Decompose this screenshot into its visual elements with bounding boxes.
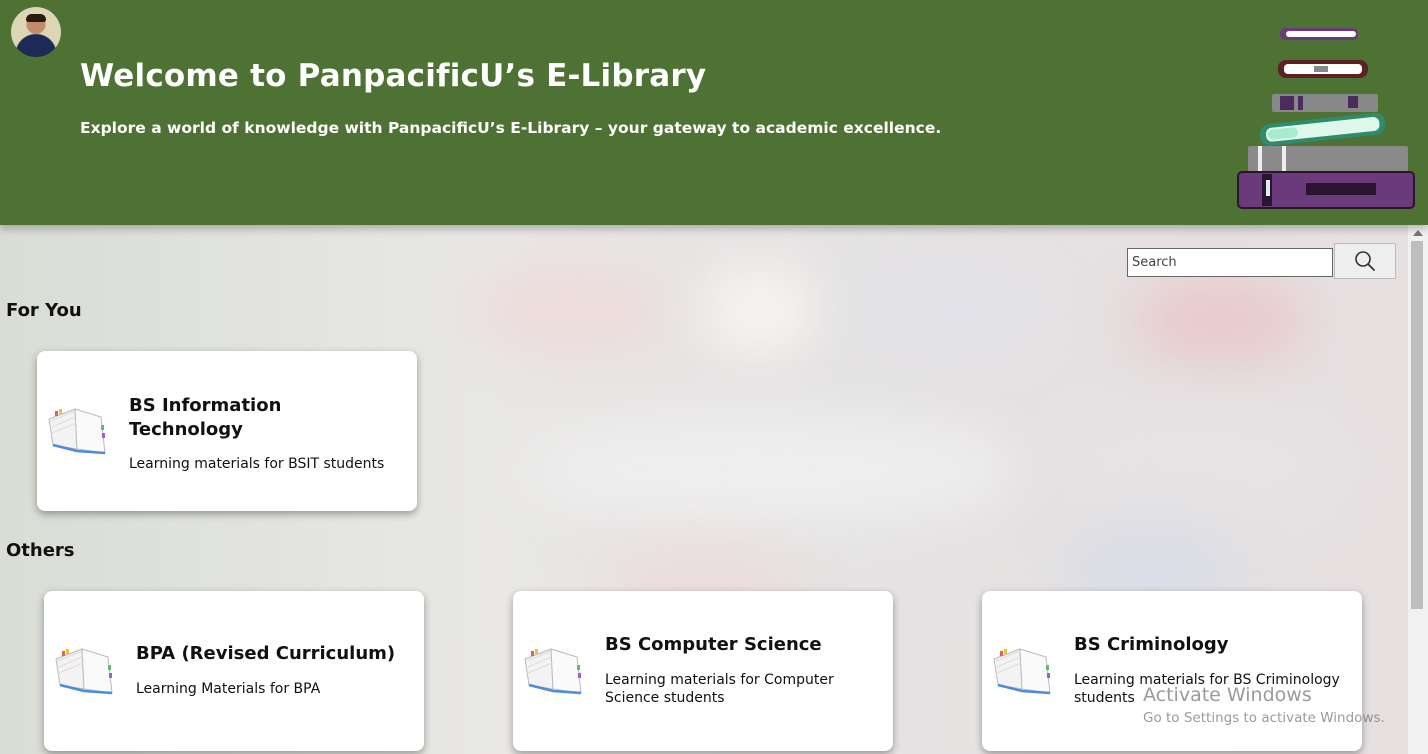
open-book-icon [48,408,106,455]
card-description: Learning Materials for BPA [136,681,321,697]
search-input[interactable] [1127,248,1333,277]
card-description: Learning materials for BSIT students [129,456,385,472]
scroll-up-icon[interactable] [1413,230,1423,236]
scrollbar-thumb[interactable] [1411,241,1423,609]
page-subtitle: Explore a world of knowledge with Panpac… [80,119,942,137]
open-book-icon [524,648,582,695]
page-header: Welcome to PanpacificU’s E-Library Explo… [0,0,1428,225]
watermark-line-2: Go to Settings to activate Windows. [1143,710,1385,726]
search-button[interactable] [1334,243,1396,279]
page-title: Welcome to PanpacificU’s E-Library [80,58,707,94]
card-title: BPA (Revised Curriculum) [136,643,396,664]
book-stack-illustration [1237,28,1415,209]
open-book-icon [993,648,1051,695]
vertical-scrollbar[interactable] [1408,225,1428,754]
card-title: BS Information Technology [129,395,282,440]
section-title-others: Others [6,540,75,561]
course-card-bsit[interactable]: BS Information Technology Learning mater… [37,351,417,511]
course-card-bpa[interactable]: BPA (Revised Curriculum) Learning Materi… [44,591,424,751]
search-icon [1355,251,1375,271]
watermark-line-1: Activate Windows [1143,684,1312,706]
card-description: Learning materials for Computer Science … [605,672,834,706]
activate-windows-watermark: Activate Windows Go to Settings to activ… [1143,684,1385,726]
card-title: BS Computer Science [605,634,822,655]
user-avatar[interactable] [11,7,61,57]
section-title-for-you: For You [6,300,82,321]
course-card-bscs[interactable]: BS Computer Science Learning materials f… [513,591,893,751]
open-book-icon [55,648,113,695]
course-card-bscrim[interactable]: BS Criminology Learning materials for BS… [982,591,1362,751]
card-title: BS Criminology [1074,634,1229,655]
